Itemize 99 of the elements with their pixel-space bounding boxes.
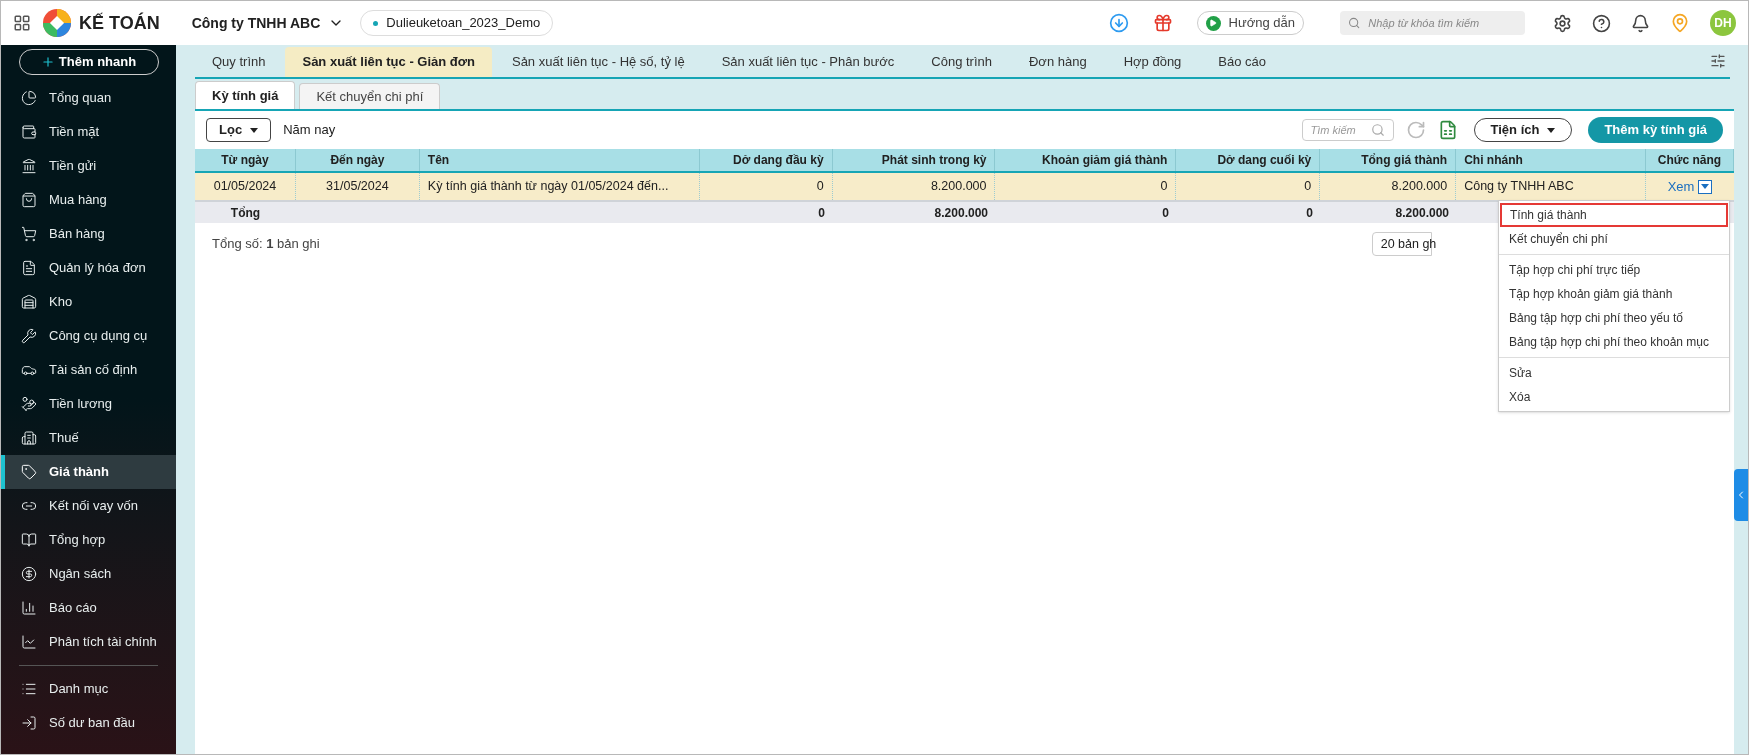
sidebar-item[interactable]: Mua hàng [1,183,176,217]
menu-icon [21,158,37,174]
menu-icon [21,328,37,344]
filter-value: Năm nay [283,121,336,140]
total-cell-text: 0 [1305,204,1313,222]
caret-icon [250,127,259,133]
column-header: Tổng giá thành [1320,149,1457,171]
sidebar-item[interactable]: Công cụ dụng cụ [1,319,176,353]
menu-icon [21,566,37,582]
menu-item[interactable]: Bảng tập hợp chi phí theo yếu tố [1499,306,1729,330]
sidebar-item[interactable]: Số dư ban đầu [1,706,176,740]
company-selector[interactable]: Công ty TNHH ABC [191,12,345,34]
tab[interactable]: Quy trình [195,47,283,77]
app-name: KẾ TOÁN [79,11,160,35]
menu-item[interactable]: Tập hợp chi phí trực tiếp [1499,258,1729,282]
sidebar-item[interactable]: Bán hàng [1,217,176,251]
sidebar-item[interactable]: Giá thành [1,455,176,489]
tab[interactable]: Báo cáo [1201,47,1284,77]
view-link[interactable]: Xem [1667,176,1695,197]
column-header: Phát sinh trong kỳ [832,149,996,171]
menu-item[interactable]: Bảng tập hợp chi phí theo khoản mục [1499,330,1729,354]
filter-button[interactable]: Lọc [206,118,272,142]
menu-icon [21,124,37,140]
sidebar-item[interactable]: Phân tích tài chính [1,625,176,659]
menu-item[interactable]: Tính giá thành [1500,203,1728,227]
dropdown-toggle[interactable] [1698,179,1713,194]
sidebar-item[interactable]: Tài sản cố định [1,353,176,387]
sidebar-item[interactable]: Kho [1,285,176,319]
tab[interactable]: Sản xuất liên tục - Hệ số, tỷ lệ [494,47,702,77]
menu-icon [21,430,37,446]
tab[interactable]: Công trình [914,47,1009,77]
total-cell-text: 8.200.000 [1394,204,1449,222]
menu-item[interactable]: Kết chuyển chi phí [1499,227,1729,251]
caret-icon [1701,184,1710,189]
sidebar-item[interactable]: Ngân sách [1,557,176,591]
menu-icon [21,464,37,480]
column-header: Khoản giảm giá thành [995,149,1177,171]
sidebar-item[interactable]: Tiền lương [1,387,176,421]
tab[interactable]: Sản xuất liên tục - Phân bước [704,47,912,77]
menu-icon [21,90,37,106]
menu-icon [21,532,37,548]
column-header: Dở dang cuối kỳ [1176,149,1321,171]
menu-item[interactable]: Tập hợp khoản giảm giá thành [1499,282,1729,306]
sidebar-item[interactable]: Tiền gửi [1,149,176,183]
table-search-field[interactable]: Tìm kiếm [1310,121,1371,139]
sidebar-item[interactable]: Tổng hợp [1,523,176,557]
total-cell-text: 0 [817,204,825,222]
sidebar-item[interactable]: Báo cáo [1,591,176,625]
menu-item[interactable]: Xóa [1499,385,1729,409]
tab-settings-icon[interactable] [1710,53,1726,69]
total-label: Tổng [229,204,262,222]
collapse-handle[interactable] [1734,468,1748,521]
column-header: Tên [419,149,700,171]
column-header: Chức năng [1646,149,1734,171]
menu-icon [21,634,37,650]
caret-icon [1547,127,1556,133]
menu-icon [21,294,37,310]
sidebar-item[interactable]: Danh mục [1,672,176,706]
app-grid-icon[interactable] [13,14,31,32]
search-icon [1370,123,1385,137]
column-header: Từ ngày [195,149,296,171]
menu-icon [21,192,37,208]
sidebar-item[interactable]: Thuế [1,421,176,455]
menu-item[interactable]: Sửa [1499,361,1729,385]
settings-icon[interactable] [1553,13,1572,33]
sidebar-item[interactable]: Tổng quan [1,81,176,115]
plus-icon [40,55,55,69]
download-icon[interactable] [1108,13,1129,33]
menu-icon [21,715,37,731]
logo-icon [43,9,71,37]
tab[interactable]: Hợp đồng [1106,47,1199,77]
help-icon[interactable] [1592,13,1611,33]
search-field[interactable]: Nhập từ khóa tìm kiếm [1368,14,1517,32]
table-search-box[interactable]: Tìm kiếm [1301,119,1394,141]
add-period-button[interactable]: Thêm kỳ tính giá [1588,117,1723,143]
search-box[interactable]: Nhập từ khóa tìm kiếm [1340,11,1525,35]
menu-icon [21,600,37,616]
menu-icon [21,226,37,242]
sub-tab[interactable]: Kết chuyển chi phí [299,83,441,109]
column-header: Dở dang đầu kỳ [699,149,833,171]
play-icon [1205,15,1221,31]
notification-icon[interactable] [1631,13,1650,33]
sidebar-item[interactable]: Quản lý hóa đơn [1,251,176,285]
record-count: Tổng số: 1 bản ghi [212,235,320,254]
menu-icon [21,681,37,697]
sub-tab[interactable]: Kỳ tính giá [195,81,296,109]
menu-icon [21,396,37,412]
search-icon [1348,16,1361,30]
total-cell-text: 0 [1161,204,1169,222]
tab[interactable]: Đơn hàng [1012,47,1104,77]
menu-icon [21,260,37,276]
gift-icon[interactable] [1152,13,1173,33]
table-row[interactable]: 01/05/2024 31/05/2024 Kỳ tính giá thành từ ngày 01/05/2024 đến... 0 8.200.000 0 0 8.200.000 Công ty TNHH ABC Xem [195,173,1734,200]
tab[interactable]: Sản xuất liên tục - Giản đơn [285,47,492,77]
total-cell-text: 8.200.000 [933,204,988,222]
column-header: Chi nhánh [1456,149,1647,171]
sidebar-item[interactable]: Kết nối vay vốn [1,489,176,523]
sidebar-item[interactable]: Tiền mặt [1,115,176,149]
column-header: Đến ngày [295,149,420,171]
